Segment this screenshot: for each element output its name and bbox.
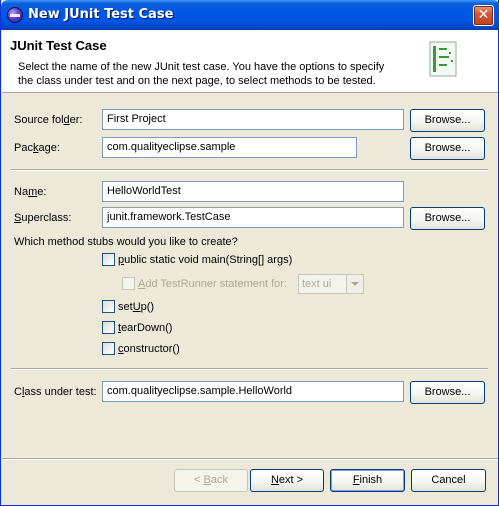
back-button[interactable]: < Back — [174, 469, 248, 492]
name-field[interactable]: HelloWorldTest — [102, 181, 404, 202]
package-field[interactable]: com.qualityeclipse.sample — [102, 137, 357, 158]
superclass-field[interactable]: junit.framework.TestCase — [102, 207, 404, 228]
superclass-label: Superclass: — [14, 212, 72, 224]
source-folder-field[interactable]: First Project — [102, 109, 404, 130]
page-description-line: the class under test and on the next pag… — [18, 75, 376, 87]
constructor-checkbox[interactable] — [102, 342, 115, 355]
close-icon: ✕ — [477, 7, 490, 23]
testrunner-checkbox[interactable] — [122, 277, 135, 290]
browse-package-button[interactable]: Browse... — [410, 137, 485, 160]
eclipse-icon — [7, 7, 23, 23]
page-description-line: Select the name of the new JUnit test ca… — [18, 61, 385, 73]
footer-separator — [2, 458, 498, 460]
teardown-label[interactable]: tearDown() — [118, 322, 172, 334]
wizard-window: New JUnit Test Case ✕ JUnit Test Case Se… — [0, 0, 499, 506]
testrunner-label: Add TestRunner statement for: — [138, 278, 287, 290]
browse-source-folder-button[interactable]: Browse... — [410, 109, 485, 132]
finish-button[interactable]: Finish — [330, 469, 405, 492]
page-title: JUnit Test Case — [10, 38, 107, 53]
next-button[interactable]: Next > — [250, 469, 324, 492]
package-label: Package: — [14, 142, 60, 154]
setup-checkbox[interactable] — [102, 300, 115, 313]
browse-superclass-button[interactable]: Browse... — [410, 207, 485, 230]
browse-class-under-test-button[interactable]: Browse... — [410, 381, 485, 404]
stubs-question: Which method stubs would you like to cre… — [14, 236, 238, 248]
main-method-checkbox[interactable] — [102, 253, 115, 266]
setup-label[interactable]: setUp() — [118, 301, 154, 313]
junit-wizard-icon — [429, 41, 457, 77]
testrunner-combo-value: text ui — [302, 278, 332, 290]
window-title: New JUnit Test Case — [28, 7, 174, 22]
constructor-label[interactable]: constructor() — [118, 343, 180, 355]
class-under-test-label: Class under test: — [14, 386, 97, 398]
chevron-down-icon — [346, 275, 363, 293]
title-bar[interactable]: New JUnit Test Case ✕ — [1, 0, 499, 30]
teardown-checkbox[interactable] — [102, 321, 115, 334]
source-folder-label: Source folder: — [14, 114, 83, 126]
name-label: Name: — [14, 186, 47, 198]
wizard-header: JUnit Test Case Select the name of the n… — [2, 30, 498, 93]
separator — [11, 169, 488, 171]
page-description: Select the name of the new JUnit test ca… — [18, 60, 418, 88]
main-method-label[interactable]: public static void main(String[] args) — [118, 254, 292, 266]
testrunner-combo[interactable]: text ui — [298, 274, 364, 294]
class-under-test-field[interactable]: com.qualityeclipse.sample.HelloWorld — [102, 381, 404, 402]
separator — [11, 368, 488, 370]
cancel-button[interactable]: Cancel — [411, 469, 486, 492]
close-button[interactable]: ✕ — [473, 5, 494, 26]
